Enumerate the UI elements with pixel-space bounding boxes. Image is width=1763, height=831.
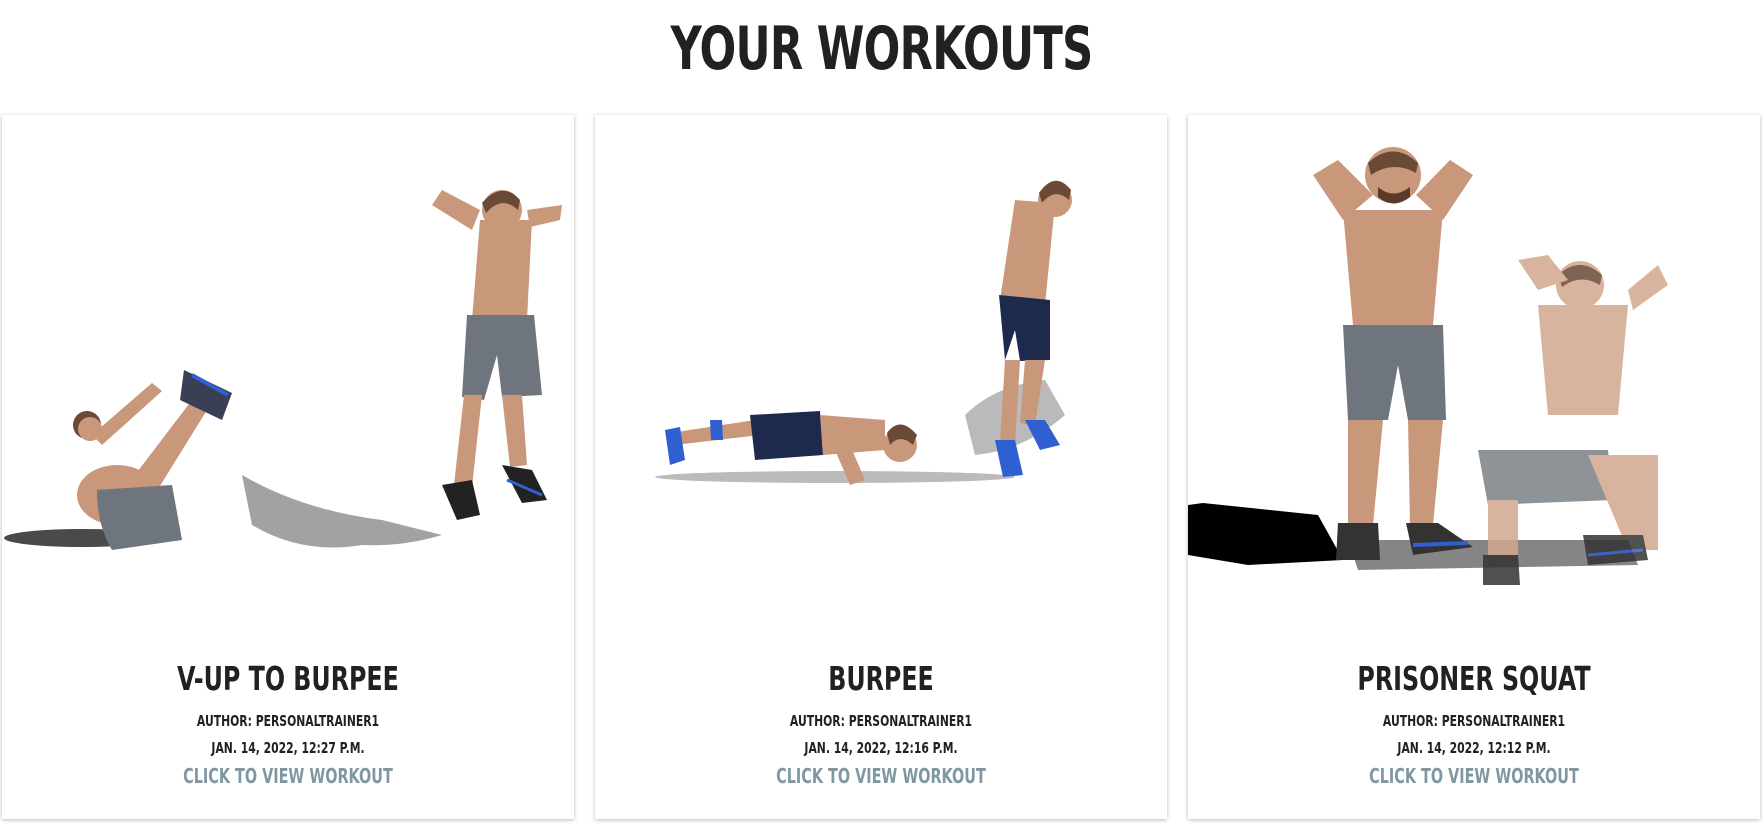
workout-image-prisoner-squat[interactable] [1188, 115, 1760, 635]
workout-card-body: PRISONER SQUAT AUTHOR: PERSONALTRAINER1 … [1188, 660, 1760, 790]
workout-date: JAN. 14, 2022, 12:16 P.M. [804, 738, 958, 757]
workout-image-burpee[interactable] [595, 115, 1167, 635]
workout-image-v-up-to-burpee[interactable] [2, 115, 574, 635]
workout-author: AUTHOR: PERSONALTRAINER1 [196, 711, 380, 730]
workout-author: AUTHOR: PERSONALTRAINER1 [789, 711, 973, 730]
v-up-figure [73, 370, 232, 550]
workout-title: BURPEE [828, 659, 934, 698]
workout-date: JAN. 14, 2022, 12:12 P.M. [1397, 738, 1551, 757]
workout-card-body: BURPEE AUTHOR: PERSONALTRAINER1 JAN. 14,… [595, 660, 1167, 790]
workout-card-v-up-to-burpee: V-UP TO BURPEE AUTHOR: PERSONALTRAINER1 … [2, 115, 574, 819]
workout-title: V-UP TO BURPEE [177, 659, 399, 698]
workout-date: JAN. 14, 2022, 12:27 P.M. [211, 738, 365, 757]
squat-figure [1478, 255, 1668, 585]
workout-card-body: V-UP TO BURPEE AUTHOR: PERSONALTRAINER1 … [2, 660, 574, 790]
jumping-figure [995, 180, 1072, 477]
jumping-figure [432, 190, 562, 520]
workout-card-prisoner-squat: PRISONER SQUAT AUTHOR: PERSONALTRAINER1 … [1188, 115, 1760, 819]
standing-figure [1313, 147, 1473, 560]
page-title: YOUR WORKOUTS [670, 14, 1093, 84]
view-workout-link[interactable]: CLICK TO VIEW WORKOUT [675, 762, 1087, 790]
workout-card-burpee: BURPEE AUTHOR: PERSONALTRAINER1 JAN. 14,… [595, 115, 1167, 819]
view-workout-link[interactable]: CLICK TO VIEW WORKOUT [82, 762, 494, 790]
workout-author: AUTHOR: PERSONALTRAINER1 [1382, 711, 1566, 730]
view-workout-link[interactable]: CLICK TO VIEW WORKOUT [1268, 762, 1680, 790]
workout-title: PRISONER SQUAT [1357, 659, 1591, 698]
